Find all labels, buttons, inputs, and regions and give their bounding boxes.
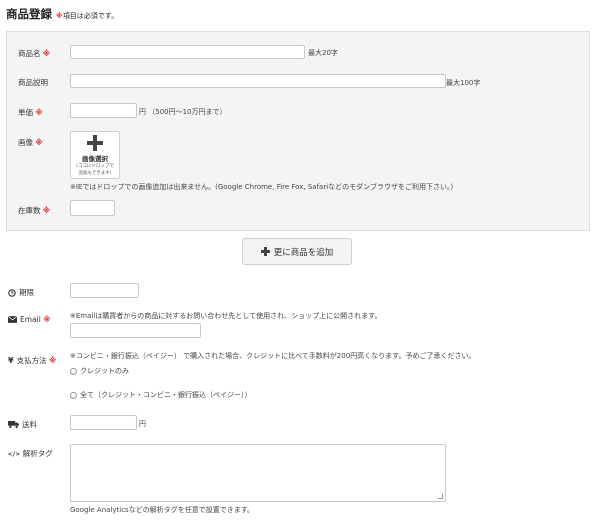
email-required-mark: ※	[43, 315, 51, 324]
required-note-text: 項目は必須です。	[62, 12, 119, 20]
image-select-button[interactable]: 画像選択 (ココにドロップで 追加もできます)	[70, 131, 120, 179]
page-title: 商品登録	[6, 7, 52, 21]
analytics-label: </> 解析タグ	[8, 448, 53, 459]
clock-icon	[8, 288, 16, 297]
period-label: 期限	[8, 287, 34, 298]
add-product-label: 更に商品を追加	[273, 247, 334, 258]
radio-button[interactable]	[70, 391, 77, 399]
price-unit: 円	[139, 108, 146, 116]
resize-handle-icon[interactable]	[438, 494, 443, 499]
stock-input[interactable]	[70, 200, 115, 216]
price-range-hint: （500円〜10万円まで）	[148, 108, 227, 116]
payment-required-mark: ※	[48, 356, 57, 365]
image-drop-hint-1: (ココにドロップで	[76, 164, 114, 169]
shipping-unit: 円	[139, 420, 146, 428]
truck-icon	[8, 421, 19, 428]
product-description-input[interactable]	[70, 74, 446, 88]
period-label-text: 期限	[19, 288, 34, 297]
add-product-button[interactable]: 更に商品を追加	[242, 238, 352, 265]
shipping-input[interactable]	[70, 415, 137, 430]
product-name-input[interactable]	[70, 45, 305, 59]
stock-label-text: 在庫数	[18, 206, 41, 215]
payment-label: ¥ 支払方法 ※	[8, 355, 56, 366]
analytics-textarea[interactable]	[70, 444, 446, 502]
payment-label-text: 支払方法	[16, 356, 47, 365]
price-required-mark: ※	[35, 108, 43, 117]
payment-option-all[interactable]: 全て（クレジット・コンビニ・銀行振込（ペイジー））	[70, 390, 252, 400]
product-description-hint: 最大100字	[446, 79, 481, 87]
product-description-label: 商品説明	[18, 78, 48, 87]
price-unit-hint: 円 （500円〜10万円まで）	[139, 107, 227, 117]
price-label: 単価 ※	[18, 107, 43, 118]
product-name-label: 商品名 ※	[18, 48, 50, 59]
period-input[interactable]	[70, 283, 139, 298]
email-input[interactable]	[70, 323, 201, 338]
price-label-text: 単価	[18, 108, 33, 117]
image-ie-note: ※IEではドロップでの画像追加は出来ません。(Google Chrome, Fi…	[70, 183, 454, 191]
image-select-label: 画像選択	[82, 155, 108, 163]
yen-icon: ¥	[8, 356, 14, 365]
plus-icon	[260, 247, 270, 256]
payment-option-credit[interactable]: クレジットのみ	[70, 366, 129, 376]
email-note: ※Emailは購買者からの商品に対するお問い合わせ先として使用され、ショップ上に…	[70, 312, 382, 320]
image-drop-hint-2: 追加もできます)	[78, 170, 112, 176]
shipping-label-text: 送料	[22, 420, 37, 429]
product-name-required-mark: ※	[42, 49, 51, 58]
payment-option-all-label: 全て（クレジット・コンビニ・銀行振込（ペイジー））	[80, 391, 252, 399]
image-label: 画像 ※	[18, 137, 43, 148]
analytics-label-text: 解析タグ	[22, 449, 53, 458]
analytics-note: Google Analyticsなどの解析タグを任意で設置できます。	[70, 506, 254, 514]
stock-label: 在庫数 ※	[18, 205, 50, 216]
radio-button[interactable]	[70, 367, 77, 375]
price-input[interactable]	[70, 103, 137, 118]
stock-required-mark: ※	[42, 206, 51, 215]
image-required-mark: ※	[35, 138, 43, 147]
shipping-label: 送料	[8, 419, 37, 430]
required-mark: ※	[56, 12, 63, 20]
envelope-icon	[8, 316, 17, 323]
email-label: Email ※	[8, 315, 51, 324]
required-note: ※項目は必須です。	[56, 11, 118, 21]
image-label-text: 画像	[18, 138, 33, 147]
page-header: 商品登録 ※項目は必須です。	[6, 6, 118, 22]
code-icon: </>	[8, 449, 20, 458]
payment-note: ※コンビニ・銀行振込（ペイジー） で購入された場合、クレジットに比べて手数料が2…	[70, 352, 476, 360]
product-name-hint: 最大20字	[308, 49, 338, 57]
payment-option-credit-label: クレジットのみ	[80, 367, 129, 375]
product-name-label-text: 商品名	[18, 49, 41, 58]
plus-icon	[87, 135, 103, 151]
email-label-text: Email	[20, 315, 41, 324]
